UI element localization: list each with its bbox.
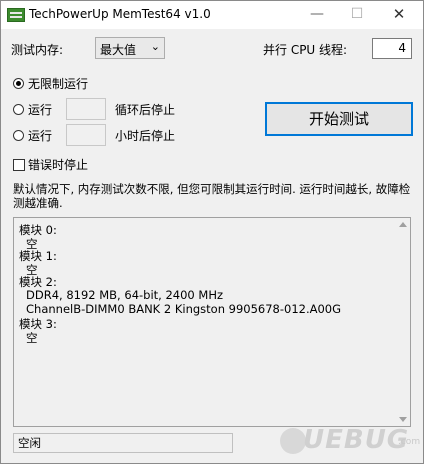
cpu-threads-label: 并行 CPU 线程: bbox=[263, 43, 348, 57]
app-window: TechPowerUp MemTest64 v1.0 — ☐ ✕ 测试内存: 最… bbox=[0, 0, 424, 464]
scroll-down-arrow-icon[interactable] bbox=[399, 417, 407, 422]
cycles-suffix-label: 循环后停止 bbox=[115, 103, 176, 117]
stop-on-error-label: 错误时停止 bbox=[28, 158, 89, 172]
memory-select-value: 最大值 bbox=[100, 43, 137, 57]
minimize-button[interactable]: — bbox=[297, 1, 337, 29]
run-cycles-label: 运行 bbox=[28, 103, 53, 117]
unlimited-label: 无限制运行 bbox=[28, 77, 89, 91]
window-title: TechPowerUp MemTest64 v1.0 bbox=[29, 7, 211, 21]
unlimited-radio[interactable] bbox=[13, 78, 24, 89]
hours-input[interactable] bbox=[66, 124, 106, 146]
memory-chip-icon bbox=[7, 8, 25, 22]
module-3-label: 模块 3: bbox=[19, 317, 57, 331]
close-button[interactable]: ✕ bbox=[379, 1, 419, 29]
stop-on-error-checkbox[interactable] bbox=[13, 159, 25, 171]
description-text: 默认情况下, 内存测试次数不限, 但您可限制其运行时间. 运行时间越长, 故障检… bbox=[13, 182, 411, 210]
cycles-input[interactable] bbox=[66, 98, 106, 120]
cycles-radio[interactable] bbox=[13, 104, 24, 115]
module-2-location: ChannelB-DIMM0 BANK 2 Kingston 9905678-0… bbox=[26, 302, 342, 316]
hours-radio[interactable] bbox=[13, 130, 24, 141]
maximize-button[interactable]: ☐ bbox=[337, 1, 377, 29]
start-test-button[interactable]: 开始测试 bbox=[265, 102, 413, 136]
memory-select[interactable]: 最大值 ⌄ bbox=[95, 37, 165, 59]
modules-panel[interactable]: 模块 0: 空 模块 1: 空 模块 2: DDR4, 8192 MB, 64-… bbox=[13, 217, 411, 427]
watermark-text: UEBUG bbox=[303, 425, 410, 455]
module-0-label: 模块 0: bbox=[19, 223, 57, 237]
memory-label: 测试内存: bbox=[11, 43, 64, 57]
module-1-label: 模块 1: bbox=[19, 249, 57, 263]
scroll-up-arrow-icon[interactable] bbox=[399, 222, 407, 227]
module-2-spec: DDR4, 8192 MB, 64-bit, 2400 MHz bbox=[26, 288, 223, 302]
run-hours-label: 运行 bbox=[28, 129, 53, 143]
cpu-threads-input[interactable]: 4 bbox=[372, 38, 412, 59]
status-bar: 空闲 bbox=[13, 433, 233, 453]
chevron-down-icon: ⌄ bbox=[150, 40, 160, 53]
title-bar[interactable]: TechPowerUp MemTest64 v1.0 — ☐ ✕ bbox=[1, 1, 423, 29]
hours-suffix-label: 小时后停止 bbox=[115, 129, 176, 143]
module-3-value: 空 bbox=[26, 331, 38, 345]
watermark-suffix: .com bbox=[398, 437, 421, 447]
